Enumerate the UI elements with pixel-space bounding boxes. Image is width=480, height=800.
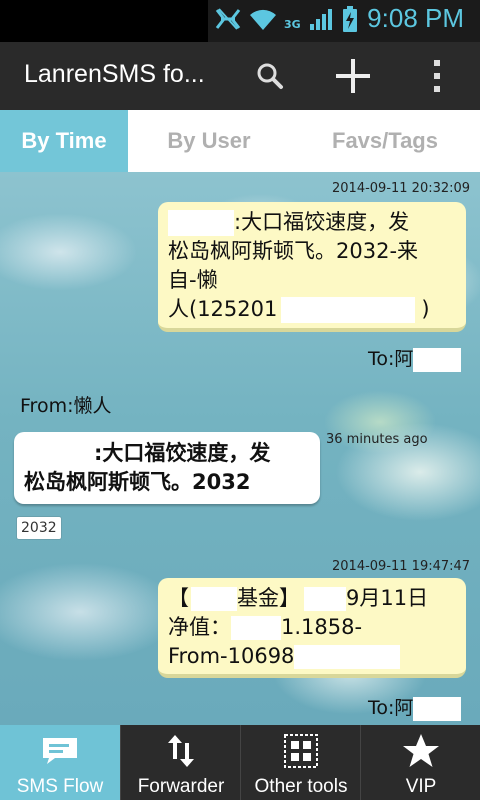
message-text: )	[421, 297, 430, 321]
message-text: 【	[168, 586, 189, 610]
nav-label: Other tools	[254, 776, 348, 797]
nav-vip[interactable]: VIP	[360, 725, 480, 800]
recipient-label: To:阿	[368, 693, 462, 721]
add-button[interactable]	[318, 42, 388, 110]
app-title: LanrenSMS fo...	[24, 60, 205, 88]
redacted-block	[413, 347, 462, 372]
star-icon	[403, 734, 439, 767]
redacted-block	[168, 210, 234, 236]
nav-label: VIP	[405, 776, 437, 797]
message-text: 净值：	[168, 615, 231, 639]
sender-label: From:懒人	[20, 395, 112, 417]
forward-arrows-icon-wrap	[121, 733, 241, 769]
bottom-nav: SMS Flow Forwarder Other tools VIP	[0, 725, 480, 800]
message-text: 1.1858-	[281, 615, 363, 639]
recipient-text: To:阿	[368, 348, 414, 370]
wifi-icon	[250, 9, 276, 30]
message-line: :大口福饺速度，发	[24, 439, 310, 468]
message-line: 净值： 1.1858-	[168, 613, 456, 642]
message-line: :大口福饺速度，发	[168, 208, 456, 237]
message-line: 松岛枫阿斯顿飞。2032-来	[168, 239, 419, 263]
status-bar: 3G 9:08 PM	[0, 0, 480, 42]
message-flow[interactable]: 2014-09-11 20:32:09 :大口福饺速度，发 松岛枫阿斯顿飞。20…	[0, 172, 480, 725]
recipient-text: To:阿	[368, 697, 414, 719]
redacted-block	[231, 616, 281, 640]
status-bar-left	[0, 0, 208, 42]
message-text: :大口福饺速度，发	[94, 441, 271, 465]
message-line: 【 基金】 9月11日	[168, 584, 456, 613]
sms-flow-icon-wrap	[0, 733, 120, 769]
message-tag[interactable]: 2032	[16, 516, 62, 540]
redacted-block	[413, 696, 462, 721]
message-text: :大口福饺速度，发	[234, 210, 410, 234]
overflow-menu-icon	[434, 60, 440, 92]
grid-tools-icon	[284, 734, 318, 768]
recipient-label: To:阿	[368, 344, 462, 372]
status-time: 9:08 PM	[367, 3, 464, 33]
message-text: From-10698	[168, 644, 295, 668]
star-icon-wrap	[361, 733, 480, 769]
overflow-menu-button[interactable]	[402, 42, 472, 110]
3g-icon: 3G	[284, 18, 301, 31]
message-line: 人(125201)	[168, 295, 456, 324]
message-line: 松岛枫阿斯顿飞。2032	[24, 470, 251, 494]
svg-text:3G: 3G	[284, 18, 301, 31]
grid-tools-icon-wrap	[241, 733, 361, 769]
add-icon	[336, 59, 370, 93]
tab-favs-tags[interactable]: Favs/Tags	[290, 110, 480, 172]
battery-charging-icon	[343, 6, 357, 32]
message-line: From-10698	[168, 642, 456, 671]
nav-other-tools[interactable]: Other tools	[240, 725, 360, 800]
nav-label: Forwarder	[137, 776, 225, 797]
message-timestamp: 36 minutes ago	[326, 432, 428, 447]
message-timestamp: 2014-09-11 20:32:09	[332, 181, 471, 196]
nav-forwarder[interactable]: Forwarder	[120, 725, 240, 800]
message-line: 自-懒	[168, 268, 218, 292]
redacted-block	[294, 645, 401, 669]
status-icons: 3G	[214, 4, 358, 34]
signal-blocked-icon	[215, 8, 241, 30]
outgoing-message-bubble[interactable]: :大口福饺速度，发 松岛枫阿斯顿飞。2032-来 自-懒 人(125201)	[158, 202, 466, 332]
outgoing-message-bubble[interactable]: 【 基金】 9月11日 净值： 1.1858- From-10698	[158, 578, 466, 678]
redacted-block	[281, 297, 416, 323]
sms-flow-icon	[43, 738, 77, 764]
tab-by-time[interactable]: By Time	[0, 110, 128, 172]
nav-sms-flow[interactable]: SMS Flow	[0, 725, 120, 800]
message-text: 9月11日	[346, 586, 429, 610]
tab-by-user[interactable]: By User	[128, 110, 290, 172]
nav-label: SMS Flow	[16, 776, 104, 797]
incoming-message-bubble[interactable]: :大口福饺速度，发 松岛枫阿斯顿飞。2032	[14, 432, 320, 504]
action-bar: LanrenSMS fo...	[0, 42, 480, 110]
message-text: 人(125201	[168, 297, 278, 321]
message-text: 基金】	[237, 586, 300, 610]
redacted-block	[304, 587, 346, 611]
search-button[interactable]	[235, 42, 305, 110]
tab-bar: By Time By User Favs/Tags	[0, 110, 480, 172]
redacted-block	[24, 442, 94, 466]
cell-signal-icon	[310, 9, 332, 30]
forward-arrows-icon	[168, 735, 194, 767]
message-timestamp: 2014-09-11 19:47:47	[332, 559, 471, 574]
redacted-block	[191, 587, 237, 611]
search-icon	[257, 63, 283, 89]
